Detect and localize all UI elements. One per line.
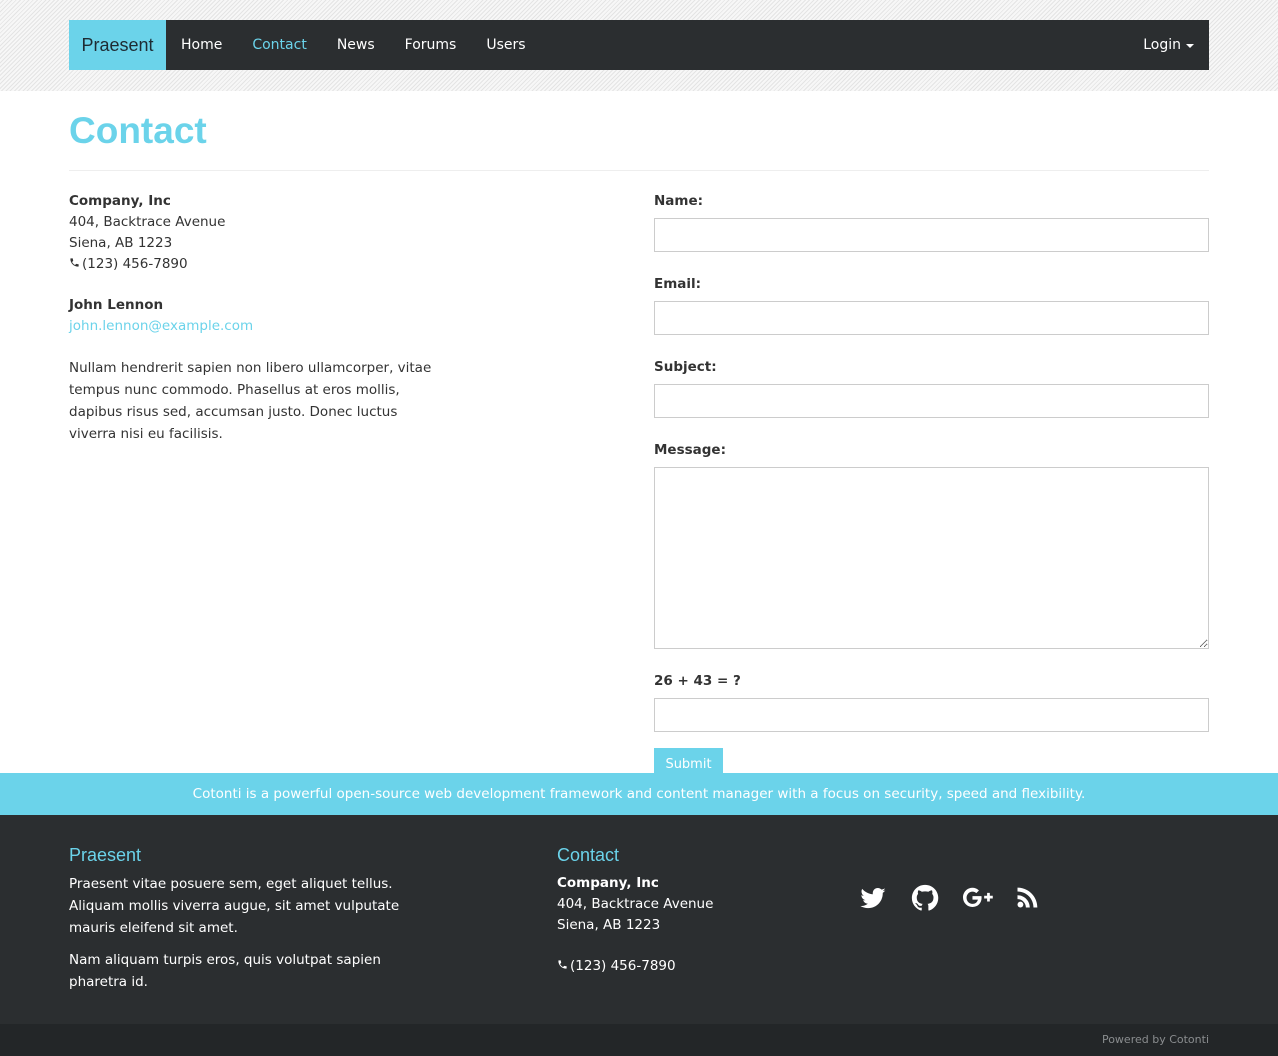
phone-line: (123) 456-7890 (69, 254, 439, 275)
footer-about-paragraph-1: Praesent vitae posuere sem, eget aliquet… (69, 876, 400, 936)
footer-phone-line: (123) 456-7890 (557, 956, 807, 977)
rss-icon[interactable] (1014, 883, 1044, 913)
address-line-1: 404, Backtrace Avenue (69, 214, 226, 230)
info-band: Cotonti is a powerful open-source web de… (0, 773, 1278, 815)
footer-company-name: Company, Inc (557, 875, 659, 891)
captcha-input[interactable] (654, 698, 1209, 732)
footer: Praesent Praesent vitae posuere sem, ege… (0, 815, 1278, 1024)
footer-about-title: Praesent (69, 845, 142, 865)
brand-link[interactable]: Praesent (69, 20, 166, 70)
footer-address-line-2: Siena, AB 1223 (557, 917, 661, 933)
phone-icon (69, 254, 82, 275)
social-links (858, 883, 1044, 913)
company-name: Company, Inc (69, 193, 171, 209)
login-label: Login (1143, 37, 1181, 53)
nav-item-forums[interactable]: Forums (390, 20, 472, 70)
contact-info: Company, Inc 404, Backtrace Avenue Siena… (69, 191, 439, 445)
name-input[interactable] (654, 218, 1209, 252)
github-icon[interactable] (910, 883, 940, 913)
contact-description: Nullam hendrerit sapien non libero ullam… (69, 360, 432, 442)
footer-contact: Contact Company, Inc 404, Backtrace Aven… (557, 845, 807, 977)
email-label: Email: (654, 276, 702, 292)
subject-label: Subject: (654, 359, 717, 375)
email-input[interactable] (654, 301, 1209, 335)
info-band-text: Cotonti is a powerful open-source web de… (192, 786, 1086, 802)
twitter-icon[interactable] (858, 883, 888, 913)
subject-input[interactable] (654, 384, 1209, 418)
message-textarea[interactable] (654, 467, 1209, 649)
title-divider (69, 170, 1209, 171)
caret-down-icon (1186, 44, 1194, 48)
name-label: Name: (654, 193, 704, 209)
nav-item-home[interactable]: Home (166, 20, 237, 70)
nav-item-news[interactable]: News (322, 20, 390, 70)
navbar: Praesent Home Contact News Forums Users … (69, 20, 1209, 70)
footer-address-line-1: 404, Backtrace Avenue (557, 896, 714, 912)
nav-item-users[interactable]: Users (471, 20, 540, 70)
captcha-label: 26 + 43 = ? (654, 673, 741, 689)
footer-phone-number: (123) 456-7890 (570, 958, 676, 974)
contact-form: Name: Email: Subject: Message: 26 + 43 =… (654, 191, 1209, 781)
footer-about-paragraph-2: Nam aliquam turpis eros, quis volutpat s… (69, 952, 381, 990)
page-title: Contact (69, 110, 207, 151)
footer-contact-title: Contact (557, 845, 620, 865)
address-line-2: Siena, AB 1223 (69, 235, 173, 251)
person-email-link[interactable]: john.lennon@example.com (69, 318, 253, 334)
phone-icon (557, 956, 570, 977)
nav-menu: Home Contact News Forums Users (166, 20, 541, 70)
powered-by-link[interactable]: Powered by Cotonti (1102, 1033, 1209, 1046)
phone-number: (123) 456-7890 (82, 256, 188, 272)
nav-item-contact[interactable]: Contact (237, 20, 321, 70)
footer-about: Praesent Praesent vitae posuere sem, ege… (69, 845, 429, 1003)
bottom-bar: Powered by Cotonti (0, 1024, 1278, 1056)
person-name: John Lennon (69, 297, 164, 313)
google-plus-icon[interactable] (962, 883, 993, 913)
login-dropdown[interactable]: Login (1143, 20, 1209, 70)
message-label: Message: (654, 442, 726, 458)
